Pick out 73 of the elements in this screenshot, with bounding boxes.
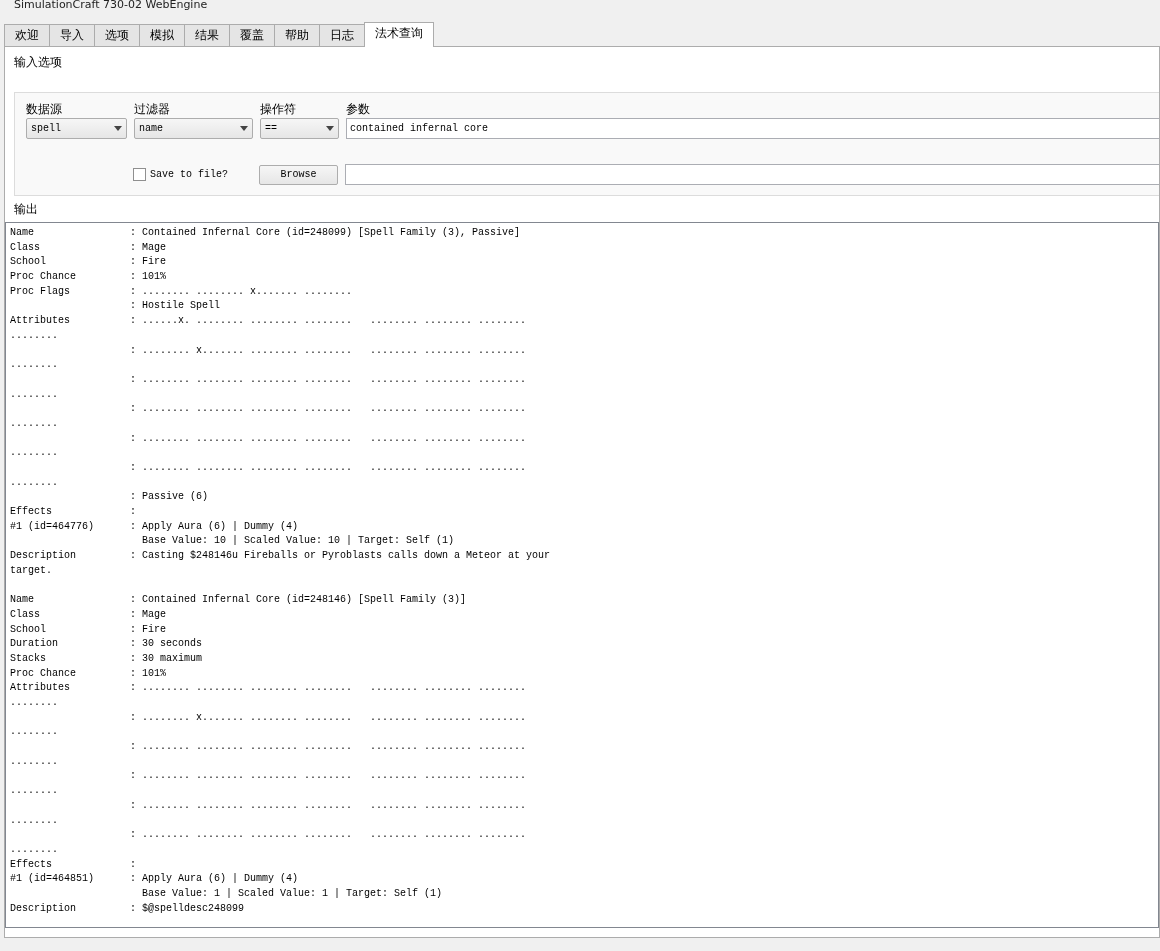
- caret-icon: [326, 126, 334, 131]
- output-line: School : Fire: [10, 255, 168, 270]
- output-line: Description : Casting $248146u Fireballs or Pyroblasts calls down a Meteor at your: [10, 549, 552, 564]
- output-line: Attributes : ........ ........ ........ ........ ........ ........ ........: [10, 681, 528, 696]
- output-line: Class : Mage: [10, 240, 168, 255]
- output-line: Description : $@spelldesc248099: [10, 901, 246, 916]
- output-line: ........: [10, 387, 59, 402]
- output-line: Class : Mage: [10, 607, 168, 622]
- tab[interactable]: 覆盖: [229, 24, 275, 46]
- output-line: ........: [10, 475, 59, 490]
- output-line: : ........ ........ ........ ........ ........ ........ ........: [129, 798, 528, 813]
- output-line: Base Value: 10 | Scaled Value: 10 | Target: Self (1): [141, 534, 456, 549]
- input-field[interactable]: contained infernal core: [346, 118, 1159, 139]
- tab[interactable]: 模拟: [139, 24, 185, 46]
- output-line: : ........ ........ ........ ........ ........ ........ ........: [129, 372, 528, 387]
- output-line: ........: [10, 358, 59, 373]
- output-line: ........: [10, 725, 59, 740]
- output-line: ........: [10, 696, 59, 710]
- output-line: ........: [10, 328, 59, 343]
- output-line: Effects :: [10, 505, 138, 520]
- field-label: 参数: [346, 101, 371, 118]
- output-line: : ........ ........ ........ ........ ........ ........ ........: [129, 769, 528, 784]
- output-line: Proc Flags : ........ ........ x....... ........: [10, 284, 354, 299]
- output-line: : ........ ........ ........ ........ ........ ........ ........: [129, 828, 528, 843]
- output-line: : ........ ........ ........ ........ ........ ........ ........: [129, 461, 528, 475]
- output-line: ........: [10, 446, 59, 461]
- output-line: School : Fire: [10, 622, 168, 637]
- output-line: ........: [10, 416, 59, 431]
- output-line: : ........ x....... ........ ........ ........ ........ ........: [129, 710, 528, 725]
- output-line: Proc Chance : 101%: [10, 666, 168, 681]
- dropdown[interactable]: ==: [260, 118, 339, 139]
- output-line: Attributes : ......x. ........ ........ ........ ........ ........ ........: [10, 314, 528, 329]
- caret-icon: [114, 126, 122, 131]
- output-line: Base Value: 1 | Scaled Value: 1 | Target: Self (1): [141, 886, 444, 901]
- output-line: Stacks : 30 maximum: [10, 651, 204, 666]
- output-line: ........: [10, 784, 59, 799]
- output-line: : ........ ........ ........ ........ ........ ........ ........: [129, 402, 528, 417]
- output-line: Duration : 30 seconds: [10, 637, 204, 652]
- field-label: 操作符: [260, 101, 297, 118]
- tab[interactable]: 导入: [49, 24, 95, 46]
- tab[interactable]: 日志: [319, 24, 365, 46]
- dropdown[interactable]: name: [134, 118, 253, 139]
- output-line: Name : Contained Infernal Core (id=248099) [Spell Family (3), Passive]: [10, 226, 522, 240]
- dropdown[interactable]: spell: [26, 118, 127, 139]
- tab[interactable]: 结果: [184, 24, 230, 46]
- output-line: : ........ ........ ........ ........ ........ ........ ........: [129, 740, 528, 755]
- window-title: SimulationCraft 730-02 WebEngine: [13, 0, 209, 10]
- output-line: Effects :: [10, 857, 138, 872]
- caret-icon: [240, 126, 248, 131]
- field-label: 过滤器: [134, 101, 171, 118]
- output-line: : ........ x....... ........ ........ ........ ........ ........: [129, 343, 528, 358]
- output-line: : Passive (6): [129, 490, 210, 505]
- section-title: 输出: [14, 201, 39, 218]
- tab[interactable]: 法术查询: [364, 22, 434, 47]
- output-line: ........: [10, 842, 59, 857]
- output-line: : Hostile Spell: [129, 299, 222, 314]
- checkbox-label: Save to file?: [150, 168, 228, 182]
- field-label: 数据源: [26, 101, 63, 118]
- output-line: #1 (id=464851) : Apply Aura (6) | Dummy (4): [10, 872, 300, 887]
- output-line: Name : Contained Infernal Core (id=248146) [Spell Family (3)]: [10, 593, 468, 608]
- output-line: ........: [10, 813, 59, 828]
- tab[interactable]: 帮助: [274, 24, 320, 46]
- output-line: target.: [10, 563, 53, 578]
- section-title: 输入选项: [14, 54, 63, 71]
- tab[interactable]: 选项: [94, 24, 140, 46]
- file-path-field[interactable]: [345, 164, 1159, 185]
- browse-button[interactable]: Browse: [259, 164, 338, 185]
- output-line: : ........ ........ ........ ........ ........ ........ ........: [129, 431, 528, 446]
- output-line: ........: [10, 754, 59, 769]
- output-line: Proc Chance : 101%: [10, 270, 168, 285]
- checkbox[interactable]: [133, 168, 146, 181]
- tab[interactable]: 欢迎: [4, 24, 50, 46]
- output-line: #1 (id=464776) : Apply Aura (6) | Dummy (4): [10, 519, 300, 534]
